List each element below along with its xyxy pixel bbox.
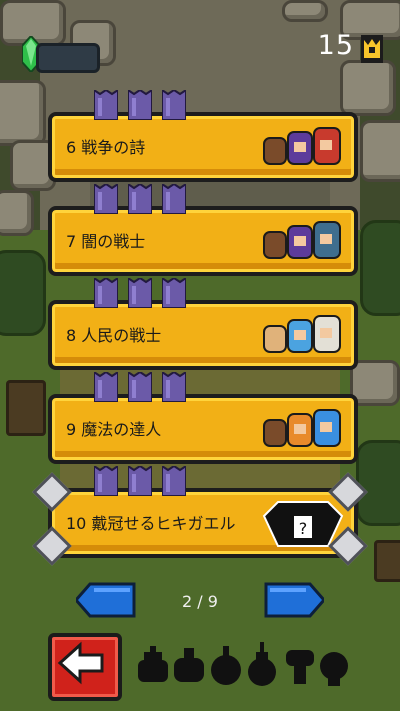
crown-count: 15 [317,30,354,61]
level-title: 7 闇の戦士 [66,232,146,251]
card-flags [93,88,187,121]
gem-progress-bar [36,43,100,73]
rock [282,0,328,22]
back-button[interactable] [48,633,122,701]
level-card[interactable]: 6 戦争の詩 [48,112,358,182]
hero-party-icon [258,214,348,266]
rock [340,60,396,116]
bush [360,220,400,316]
level-title: 6 戦争の詩 [66,138,146,157]
hero-party-icon [258,120,348,172]
level-title: 10 戴冠せるヒキガエル [66,514,236,533]
purple-banner-icon [127,276,153,309]
purple-banner-icon [93,464,119,497]
svg-text:?: ? [299,519,308,538]
rock [360,120,400,182]
level-card[interactable]: 7 闇の戦士 [48,206,358,276]
purple-banner-icon [93,182,119,215]
hero-party-icon [258,402,348,454]
purple-banner-icon [161,182,187,215]
purple-banner-icon [93,88,119,121]
purple-banner-icon [93,370,119,403]
mushroom-silhouette-icon [286,650,314,684]
rock [0,80,46,146]
card-flags [93,370,187,403]
purple-banner-icon [161,276,187,309]
tree-stump [374,540,400,582]
apple-silhouette-icon [211,646,241,685]
purple-banner-icon [127,88,153,121]
purple-banner-icon [161,464,187,497]
leaf-silhouette-icon [174,648,204,682]
purple-banner-icon [127,182,153,215]
rock [0,190,34,236]
level-title: 9 魔法の達人 [66,420,162,439]
next-page-button[interactable] [264,582,324,618]
purple-banner-icon [127,370,153,403]
purple-banner-icon [93,276,119,309]
bush [356,440,400,526]
purple-banner-icon [161,88,187,121]
back-arrow-icon [57,641,104,685]
card-flags [93,464,187,497]
bush [0,250,46,336]
purple-banner-icon [161,370,187,403]
crown-icon [361,35,383,63]
bulb-silhouette-icon [320,652,348,686]
level-title: 8 人民の戦士 [66,326,162,345]
level-card[interactable]: 10 戴冠せるヒキガエル? [32,472,368,566]
card-flags [93,276,187,309]
purple-banner-icon [127,464,153,497]
level-card[interactable]: 9 魔法の達人 [48,394,358,464]
card-flags [93,182,187,215]
unlockable-items [138,642,348,686]
tree-stump [6,380,46,436]
hero-party-icon [258,308,348,360]
pear-silhouette-icon [248,642,276,686]
level-card[interactable]: 8 人民の戦士 [48,300,358,370]
page-indicator: 2 / 9 [182,592,218,611]
acorn-silhouette-icon [138,646,168,682]
